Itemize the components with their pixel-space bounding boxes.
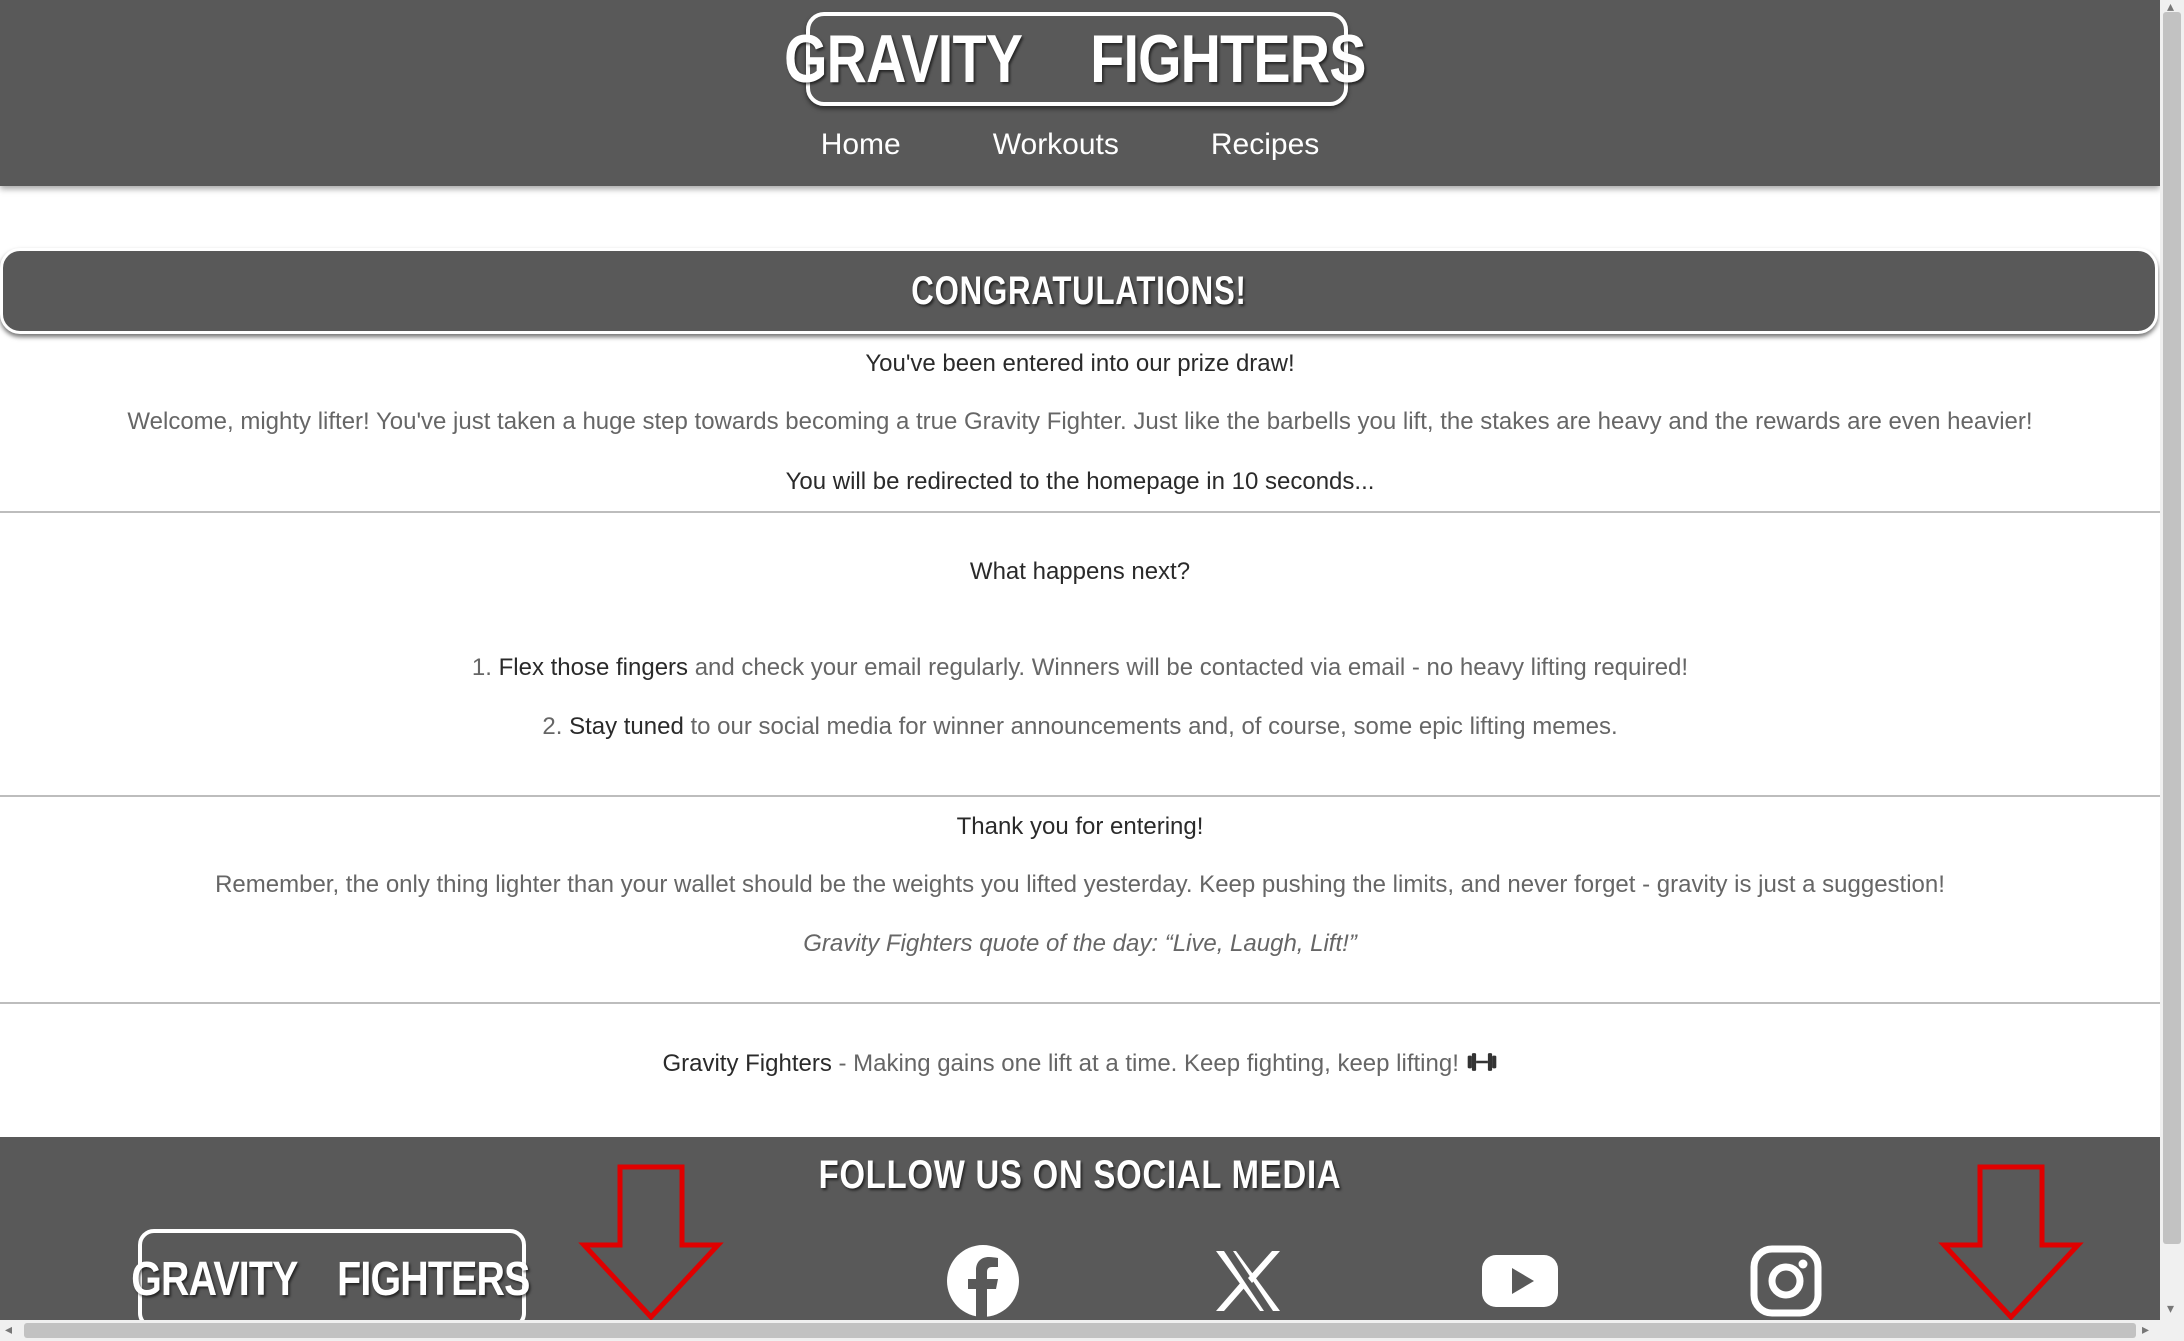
tagline: Gravity Fighters - Making gains one lift…: [0, 1050, 2160, 1078]
tagline-brand: Gravity Fighters: [662, 1050, 832, 1077]
quote-of-day: Gravity Fighters quote of the day: “Live…: [803, 930, 1357, 957]
step-number: 2.: [542, 713, 563, 740]
site-footer: FOLLOW US ON SOCIAL MEDIA GRAVITY FIGHTE…: [0, 1137, 2160, 1320]
step-text: to our social media for winner announcem…: [683, 713, 1618, 740]
dumbbell-icon: [1467, 1053, 1496, 1071]
main-nav: Home Workouts Recipes: [0, 128, 2160, 162]
down-arrow-icon: [1938, 1164, 2084, 1320]
thanks-text: Remember, the only thing lighter than yo…: [215, 871, 1945, 898]
vertical-scrollbar[interactable]: ▴ ▾: [2160, 0, 2184, 1320]
scroll-down-icon[interactable]: ▾: [2167, 1300, 2174, 1317]
step-item: 1. Flex those fingers and check your ema…: [0, 654, 2160, 682]
youtube-icon[interactable]: [1480, 1243, 1560, 1319]
step-text: and check your email regularly. Winners …: [688, 654, 1689, 681]
horizontal-scrollbar[interactable]: ◂ ▸: [0, 1320, 2160, 1341]
step-item: 2. Stay tuned to our social media for wi…: [0, 713, 2160, 741]
tagline-text: - Making gains one lift at a time. Keep …: [831, 1050, 1466, 1077]
x-icon[interactable]: [1210, 1243, 1286, 1319]
logo-text-right: FIGHTERS: [337, 1252, 530, 1306]
site-logo[interactable]: GRAVITY FIGHTERS: [784, 12, 1367, 106]
logo-text-left: GRAVITY: [131, 1252, 299, 1306]
scroll-right-icon[interactable]: ▸: [2142, 1321, 2149, 1338]
scroll-left-icon[interactable]: ◂: [5, 1321, 12, 1338]
horizontal-scroll-thumb[interactable]: [24, 1323, 2136, 1338]
welcome-text: Welcome, mighty lifter! You've just take…: [127, 408, 2033, 435]
step-bold: Flex those fingers: [498, 654, 689, 681]
congratulations-banner: CONGRATULATIONS!: [0, 248, 2158, 334]
scrollbar-corner: [2160, 1320, 2184, 1341]
divider: [0, 795, 2160, 797]
vertical-scroll-thumb[interactable]: [2163, 12, 2181, 1244]
divider: [0, 1002, 2160, 1004]
instagram-icon[interactable]: [1748, 1243, 1824, 1319]
logo-text-right: FIGHTERS: [1090, 21, 1366, 97]
down-arrow-icon: [578, 1164, 724, 1320]
facebook-icon[interactable]: [945, 1243, 1021, 1319]
next-heading: What happens next?: [969, 558, 1191, 585]
step-number: 1.: [471, 654, 492, 681]
logo-text-left: GRAVITY: [784, 21, 1023, 97]
banner-title: CONGRATULATIONS!: [911, 268, 1247, 313]
entry-subtitle: You've been entered into our prize draw!: [865, 350, 1295, 377]
thanks-heading: Thank you for entering!: [956, 813, 1204, 840]
divider: [0, 511, 2160, 513]
page: GRAVITY FIGHTERS Home Workouts Recipes C…: [0, 0, 2160, 1320]
nav-workouts[interactable]: Workouts: [993, 128, 1119, 162]
site-header: GRAVITY FIGHTERS Home Workouts Recipes: [0, 0, 2160, 186]
nav-recipes[interactable]: Recipes: [1211, 128, 1319, 162]
step-bold: Stay tuned: [569, 713, 684, 740]
footer-logo[interactable]: GRAVITY FIGHTERS: [132, 1229, 530, 1320]
nav-home[interactable]: Home: [821, 128, 901, 162]
redirect-notice: You will be redirected to the homepage i…: [785, 468, 1375, 495]
footer-title: FOLLOW US ON SOCIAL MEDIA: [818, 1153, 1342, 1197]
